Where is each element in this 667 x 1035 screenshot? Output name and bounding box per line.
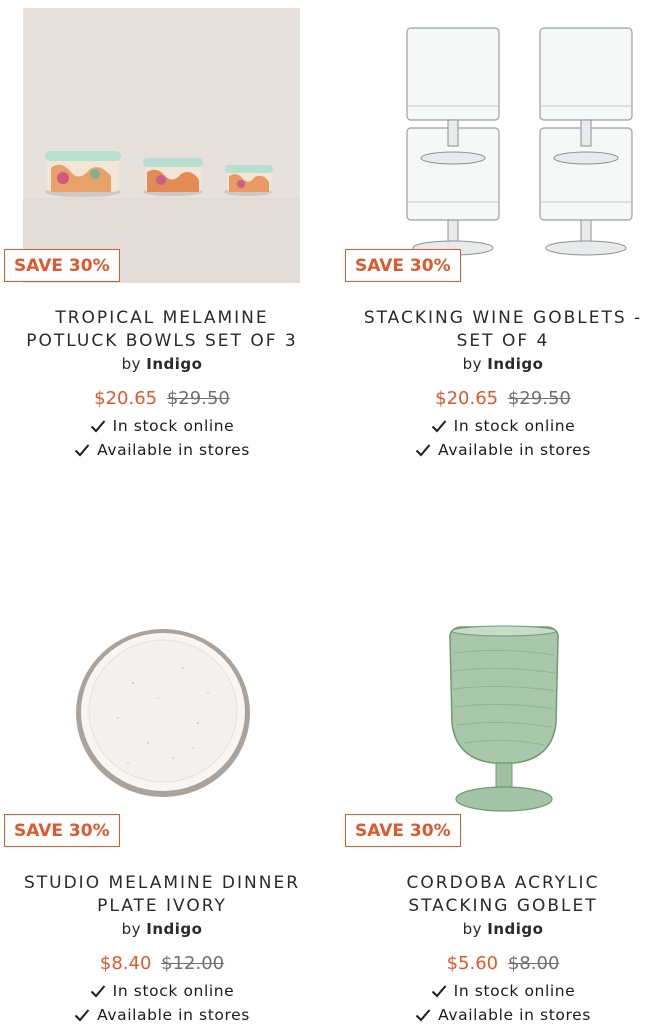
sale-price: $5.60 <box>446 953 499 974</box>
product-title-line2[interactable]: SET OF 4 <box>343 330 663 353</box>
stock-online-text: In stock online <box>112 417 235 435</box>
check-icon <box>431 420 446 433</box>
product-title-line2[interactable]: POTLUCK BOWLS SET OF 3 <box>2 330 322 353</box>
stock-online: In stock online <box>2 982 322 1000</box>
price-row: $8.40 $12.00 <box>2 953 322 974</box>
stock-online-text: In stock online <box>112 982 235 1000</box>
original-price: $12.00 <box>161 953 225 974</box>
check-icon <box>74 444 90 457</box>
check-icon <box>74 1009 90 1022</box>
product-title-line2[interactable]: STACKING GOBLET <box>343 895 663 918</box>
sale-price: $20.65 <box>435 388 499 409</box>
stock-online: In stock online <box>343 982 663 1000</box>
product-byline: by Indigo <box>343 920 663 938</box>
by-prefix: by <box>121 920 141 938</box>
product-byline: by Indigo <box>2 920 322 938</box>
stock-stores: Available in stores <box>343 441 663 459</box>
sale-price: $8.40 <box>99 953 152 974</box>
stock-online: In stock online <box>343 417 663 435</box>
product-image[interactable] <box>23 573 300 848</box>
save-badge: SAVE 30% <box>345 814 461 847</box>
product-title[interactable]: STUDIO MELAMINE DINNER PLATE IVORY <box>2 872 322 918</box>
stock-online-text: In stock online <box>453 417 576 435</box>
price-row: $20.65 $29.50 <box>343 388 663 409</box>
product-title[interactable]: CORDOBA ACRYLIC STACKING GOBLET <box>343 872 663 918</box>
stock-online: In stock online <box>2 417 322 435</box>
product-title[interactable]: TROPICAL MELAMINE POTLUCK BOWLS SET OF 3 <box>2 307 322 353</box>
product-title-line1[interactable]: CORDOBA ACRYLIC <box>343 872 663 895</box>
stock-online-text: In stock online <box>453 982 576 1000</box>
product-title-line2[interactable]: PLATE IVORY <box>2 895 322 918</box>
stock-stores-text: Available in stores <box>97 1006 250 1024</box>
product-image[interactable] <box>364 573 641 848</box>
check-icon <box>90 985 105 998</box>
product-image[interactable] <box>23 8 300 283</box>
original-price: $29.50 <box>166 388 230 409</box>
brand-name: Indigo <box>487 355 544 373</box>
stock-stores: Available in stores <box>343 1006 663 1024</box>
goblets-image <box>364 8 641 283</box>
by-prefix: by <box>462 920 482 938</box>
stock-stores-text: Available in stores <box>97 441 250 459</box>
check-icon <box>415 444 431 457</box>
original-price: $8.00 <box>507 953 560 974</box>
save-badge: SAVE 30% <box>4 814 120 847</box>
product-title-line1[interactable]: STUDIO MELAMINE DINNER <box>2 872 322 895</box>
save-badge: SAVE 30% <box>4 249 120 282</box>
brand-name: Indigo <box>146 355 203 373</box>
check-icon <box>431 985 446 998</box>
save-badge: SAVE 30% <box>345 249 461 282</box>
product-title[interactable]: STACKING WINE GOBLETS - SET OF 4 <box>343 307 663 353</box>
price-row: $20.65 $29.50 <box>2 388 322 409</box>
check-icon <box>90 420 105 433</box>
original-price: $29.50 <box>507 388 571 409</box>
product-image[interactable] <box>364 8 641 283</box>
plate-image <box>23 573 300 848</box>
sale-price: $20.65 <box>94 388 158 409</box>
stock-stores-text: Available in stores <box>438 441 591 459</box>
bowls-image <box>23 8 300 283</box>
stock-stores: Available in stores <box>2 1006 322 1024</box>
by-prefix: by <box>121 355 141 373</box>
stock-stores: Available in stores <box>2 441 322 459</box>
product-byline: by Indigo <box>343 355 663 373</box>
product-grid: SAVE 30% TROPICAL MELAMINE POTLUCK BOWLS… <box>0 0 667 1035</box>
brand-name: Indigo <box>146 920 203 938</box>
product-title-line1[interactable]: TROPICAL MELAMINE <box>2 307 322 330</box>
product-byline: by Indigo <box>2 355 322 373</box>
by-prefix: by <box>462 355 482 373</box>
goblet-image <box>364 573 641 848</box>
stock-stores-text: Available in stores <box>438 1006 591 1024</box>
check-icon <box>415 1009 431 1022</box>
price-row: $5.60 $8.00 <box>343 953 663 974</box>
product-title-line1[interactable]: STACKING WINE GOBLETS - <box>343 307 663 330</box>
brand-name: Indigo <box>487 920 544 938</box>
